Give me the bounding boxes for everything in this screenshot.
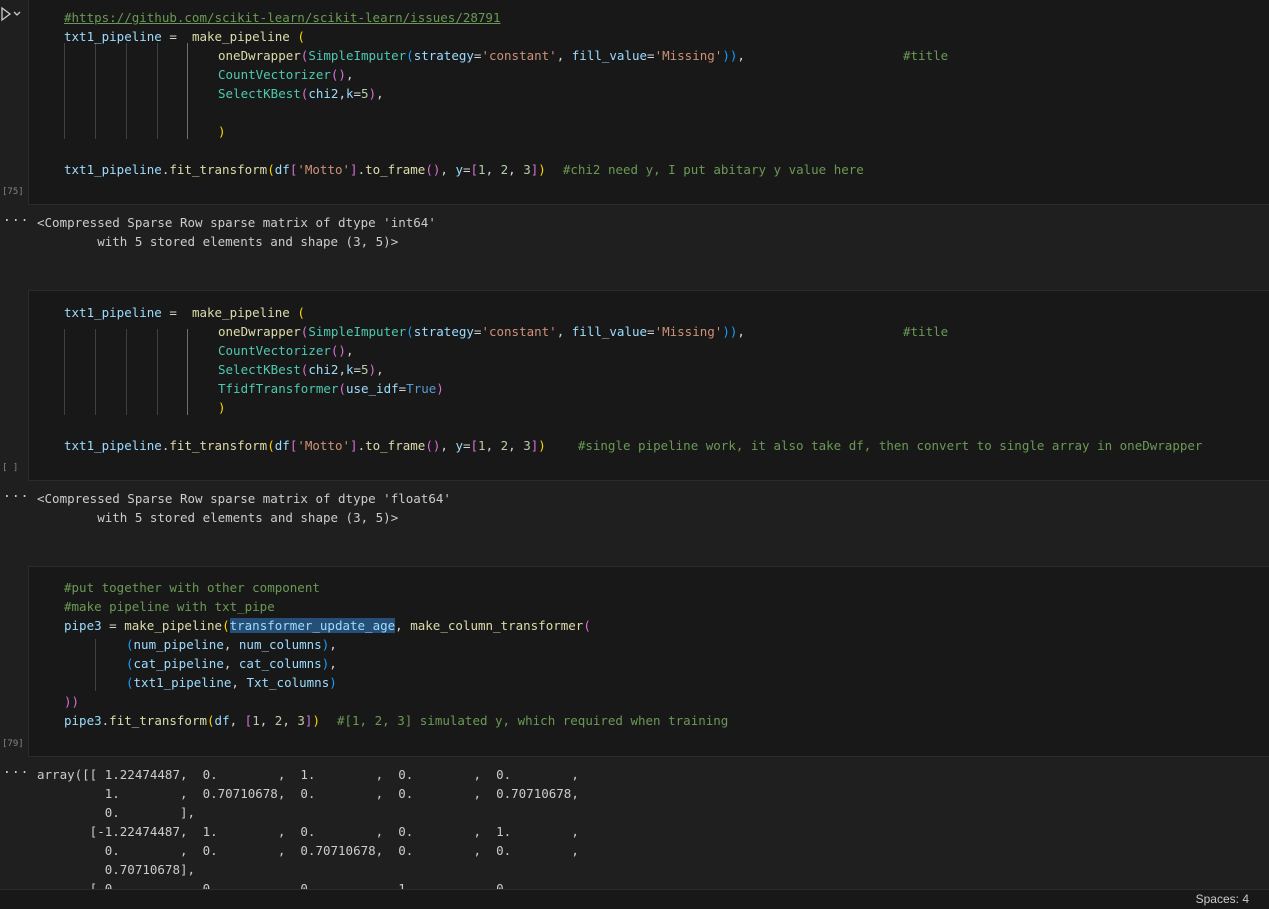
code-line[interactable]: #put together with other component xyxy=(64,578,320,597)
status-bar: Spaces: 4 xyxy=(0,889,1269,909)
code-line[interactable]: txt1_pipeline = make_pipeline ( xyxy=(64,27,305,46)
comment-link[interactable]: #https://github.com/scikit-learn/scikit-… xyxy=(64,10,501,25)
code-line[interactable]: oneDwrapper(SimpleImputer(strategy='cons… xyxy=(218,46,948,65)
code-line[interactable]: #make pipeline with txt_pipe xyxy=(64,597,275,616)
code-line[interactable]: #https://github.com/scikit-learn/scikit-… xyxy=(64,8,501,27)
code-line[interactable]: )) xyxy=(64,692,79,711)
code-cell-3[interactable]: #put together with other component #make… xyxy=(28,566,1269,757)
code-line[interactable]: SelectKBest(chi2,k=5), xyxy=(218,360,384,379)
code-line[interactable]: (txt1_pipeline, Txt_columns) xyxy=(126,673,337,692)
output-text: with 5 stored elements and shape (3, 5)> xyxy=(37,510,399,525)
code-line[interactable]: pipe3.fit_transform(df, [1, 2, 3]) #[1, 2… xyxy=(64,711,728,730)
chevron-down-icon[interactable] xyxy=(13,11,21,16)
indent-guide xyxy=(64,43,65,139)
indentation-status[interactable]: Spaces: 4 xyxy=(1196,892,1249,906)
execution-count: [79] xyxy=(2,739,24,749)
code-line[interactable]: TfidfTransformer(use_idf=True) xyxy=(218,379,444,398)
indent-guide xyxy=(95,639,96,691)
code-cell-1[interactable]: #https://github.com/scikit-learn/scikit-… xyxy=(28,0,1269,205)
code-line[interactable]: oneDwrapper(SimpleImputer(strategy='cons… xyxy=(218,322,948,341)
output-text: <Compressed Sparse Row sparse matrix of … xyxy=(37,491,451,506)
execution-count: [75] xyxy=(2,187,24,197)
code-line[interactable]: txt1_pipeline.fit_transform(df['Motto'].… xyxy=(64,436,1202,455)
output-menu-button[interactable]: ... xyxy=(3,486,29,501)
indent-guide xyxy=(126,329,127,415)
output-text: <Compressed Sparse Row sparse matrix of … xyxy=(37,215,436,230)
output-menu-button[interactable]: ... xyxy=(3,210,29,225)
output-menu-button[interactable]: ... xyxy=(3,762,29,777)
execution-count: [ ] xyxy=(2,463,19,473)
code-line[interactable]: txt1_pipeline.fit_transform(df['Motto'].… xyxy=(64,160,864,179)
indent-guide xyxy=(187,43,188,139)
indent-guide xyxy=(95,43,96,139)
output-text: 0. , 0. , 0.70710678, 0. , 0. , xyxy=(37,843,579,858)
indent-guide xyxy=(95,329,96,415)
code-line[interactable]: CountVectorizer(), xyxy=(218,341,353,360)
indent-guide xyxy=(126,43,127,139)
indent-guide xyxy=(64,329,65,415)
indent-guide xyxy=(187,329,188,415)
output-text: 0. ], xyxy=(37,805,196,820)
run-cell-icon[interactable] xyxy=(0,6,24,22)
code-line[interactable]: ) xyxy=(218,122,226,141)
code-line[interactable]: pipe3 = make_pipeline(transformer_update… xyxy=(64,616,591,635)
code-line[interactable]: txt1_pipeline = make_pipeline ( xyxy=(64,303,305,322)
output-text: array([[ 1.22474487, 0. , 1. , 0. , 0. , xyxy=(37,767,579,782)
output-text: 1. , 0.70710678, 0. , 0. , 0.70710678, xyxy=(37,786,579,801)
code-cell-2[interactable]: txt1_pipeline = make_pipeline ( oneDwrap… xyxy=(28,290,1269,481)
code-line[interactable]: (cat_pipeline, cat_columns), xyxy=(126,654,337,673)
code-line[interactable]: (num_pipeline, num_columns), xyxy=(126,635,337,654)
indent-guide xyxy=(157,43,158,139)
output-text: [-1.22474487, 1. , 0. , 0. , 1. , xyxy=(37,824,579,839)
code-line[interactable]: CountVectorizer(), xyxy=(218,65,353,84)
output-text: with 5 stored elements and shape (3, 5)> xyxy=(37,234,399,249)
output-text: 0.70710678], xyxy=(37,862,196,877)
play-icon xyxy=(1,6,12,22)
code-line[interactable]: ) xyxy=(218,398,226,417)
indent-guide xyxy=(157,329,158,415)
code-line[interactable]: SelectKBest(chi2,k=5), xyxy=(218,84,384,103)
